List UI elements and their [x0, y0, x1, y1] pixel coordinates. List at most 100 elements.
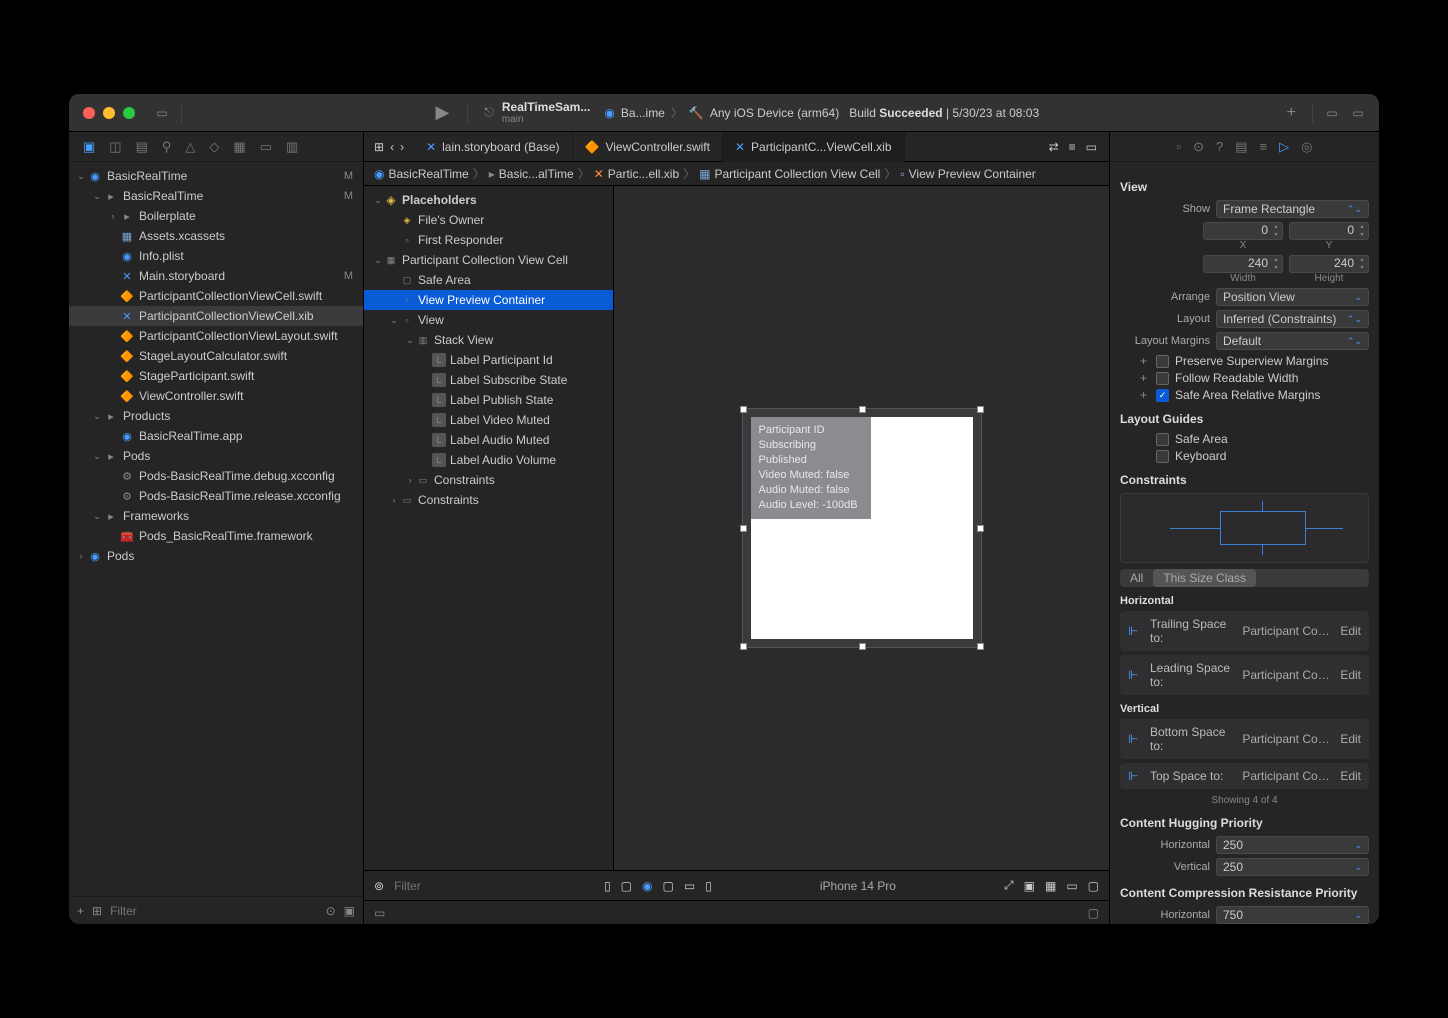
- checkbox-row[interactable]: Safe Area: [1140, 432, 1369, 446]
- tree-item[interactable]: ▦Assets.xcassets: [69, 226, 363, 246]
- constraint-diagram[interactable]: [1120, 493, 1369, 563]
- file-inspector-icon[interactable]: ▫: [1177, 139, 1182, 154]
- constraint-row[interactable]: ⊩Top Space to:Participant Colle...Edit: [1120, 763, 1369, 789]
- resize-handle[interactable]: [977, 406, 984, 413]
- resize-handle[interactable]: [859, 406, 866, 413]
- outline-header[interactable]: ⌄◈Placeholders: [364, 190, 613, 210]
- size-inspector-icon[interactable]: ▷: [1279, 139, 1289, 155]
- tree-item[interactable]: ›◉Pods: [69, 546, 363, 566]
- scheme-target[interactable]: ◉Ba...ime 〉 🔨Any iOS Device (arm64): [604, 104, 839, 121]
- margins-selector[interactable]: Default⌃⌄: [1216, 332, 1369, 350]
- hug-v-field[interactable]: 250⌄: [1216, 858, 1369, 876]
- inspector-toggle-icon[interactable]: ▭: [1345, 100, 1371, 126]
- tree-item[interactable]: ›▸Boilerplate: [69, 206, 363, 226]
- tree-item[interactable]: ⚙Pods-BasicRealTime.debug.xcconfig: [69, 466, 363, 486]
- breakpoint-icon[interactable]: ▭: [260, 139, 272, 155]
- tree-root[interactable]: ⌄◉ BasicRealTime M: [69, 166, 363, 186]
- editor-tab[interactable]: ✕ParticipantC...ViewCell.xib: [723, 132, 905, 162]
- checkbox-row[interactable]: +Preserve Superview Margins: [1140, 354, 1369, 368]
- bounds-icon[interactable]: ◉: [642, 879, 652, 893]
- tree-item[interactable]: 🧰Pods_BasicRealTime.framework: [69, 526, 363, 546]
- tree-item[interactable]: 🔶StageParticipant.swift: [69, 366, 363, 386]
- outline-item[interactable]: ▫View Preview Container: [364, 290, 613, 310]
- canvas-cell[interactable]: Participant IDSubscribingPublishedVideo …: [742, 408, 982, 648]
- outline-item[interactable]: ◈File's Owner: [364, 210, 613, 230]
- show-selector[interactable]: Frame Rectangle⌃⌄: [1216, 200, 1369, 218]
- adjust-icon[interactable]: ▢: [621, 879, 632, 893]
- hug-h-field[interactable]: 250⌄: [1216, 836, 1369, 854]
- clock-icon[interactable]: ⊙: [326, 904, 336, 918]
- editor-tab[interactable]: ✕lain.storyboard (Base): [414, 132, 572, 162]
- constraint-row[interactable]: ⊩Bottom Space to:Participant Colle...Edi…: [1120, 719, 1369, 759]
- history-inspector-icon[interactable]: ⊙: [1193, 139, 1204, 155]
- identity-inspector-icon[interactable]: ▤: [1235, 139, 1247, 155]
- minimap-icon[interactable]: ▢: [1088, 879, 1099, 893]
- tree-item[interactable]: 🔶ViewController.swift: [69, 386, 363, 406]
- symbol-navigator-icon[interactable]: ▤: [136, 139, 148, 155]
- canvas-filter[interactable]: [394, 879, 594, 893]
- zoom-in-icon[interactable]: ▦: [1045, 879, 1056, 893]
- project-navigator-icon[interactable]: ▣: [83, 139, 95, 155]
- zoom-icon[interactable]: [123, 107, 135, 119]
- outline-item[interactable]: LLabel Video Muted: [364, 410, 613, 430]
- device-icon[interactable]: ▯: [705, 879, 712, 893]
- sidebar-toggle-icon[interactable]: ▭: [149, 100, 175, 126]
- tree-item[interactable]: ✕ParticipantCollectionViewCell.xib: [69, 306, 363, 326]
- navigator-filter[interactable]: [110, 904, 318, 918]
- orient-icon[interactable]: ▭: [684, 879, 695, 893]
- outline-item[interactable]: LLabel Participant Id: [364, 350, 613, 370]
- tree-item[interactable]: ⚙Pods-BasicRealTime.release.xcconfig: [69, 486, 363, 506]
- device-selector[interactable]: iPhone 14 Pro: [820, 879, 896, 893]
- outline-item[interactable]: LLabel Publish State: [364, 390, 613, 410]
- size-class-segmented[interactable]: AllThis Size Class: [1120, 569, 1369, 587]
- x-field[interactable]: 0▴▾: [1203, 222, 1283, 240]
- outline-item[interactable]: ▫First Responder: [364, 230, 613, 250]
- help-inspector-icon[interactable]: ?: [1216, 139, 1223, 154]
- breadcrumb[interactable]: ◉BasicRealTime〉▸Basic...alTime〉✕Partic..…: [364, 162, 1109, 186]
- forward-icon[interactable]: ›: [400, 140, 404, 154]
- tree-item[interactable]: ⌄▸Pods: [69, 446, 363, 466]
- outline-item[interactable]: ⌄▥Stack View: [364, 330, 613, 350]
- tree-item[interactable]: ⌄▸Frameworks: [69, 506, 363, 526]
- constraint-row[interactable]: ⊩Trailing Space to:Participant Colle...E…: [1120, 611, 1369, 651]
- debug-console-icon[interactable]: ▭: [374, 906, 385, 920]
- adjust-icon[interactable]: ≡: [1069, 140, 1076, 154]
- library-icon[interactable]: ▭: [1319, 100, 1345, 126]
- debug-icon[interactable]: ▦: [233, 139, 245, 155]
- layout-selector[interactable]: Inferred (Constraints)⌃⌄: [1216, 310, 1369, 328]
- embed-icon[interactable]: ▭: [1066, 879, 1077, 893]
- scm-icon[interactable]: ▣: [344, 904, 355, 918]
- outline-toggle-icon[interactable]: ▯: [604, 879, 611, 893]
- y-field[interactable]: 0▴▾: [1289, 222, 1369, 240]
- report-icon[interactable]: ▥: [286, 139, 298, 155]
- tree-item[interactable]: 🔶ParticipantCollectionViewCell.swift: [69, 286, 363, 306]
- checkbox-row[interactable]: +Follow Readable Width: [1140, 371, 1369, 385]
- resize-handle[interactable]: [740, 643, 747, 650]
- run-button[interactable]: ▶: [436, 102, 450, 123]
- resize-handle[interactable]: [977, 525, 984, 532]
- zoom-out-icon[interactable]: ⤢: [1004, 878, 1014, 893]
- resize-handle[interactable]: [740, 406, 747, 413]
- canvas[interactable]: Participant IDSubscribingPublishedVideo …: [614, 186, 1109, 870]
- editor-tab[interactable]: 🔶ViewController.swift: [573, 132, 723, 162]
- find-icon[interactable]: ⚲: [162, 139, 172, 155]
- tree-item[interactable]: ⌄▸BasicRealTimeM: [69, 186, 363, 206]
- outline-item[interactable]: LLabel Audio Muted: [364, 430, 613, 450]
- minimize-icon[interactable]: [103, 107, 115, 119]
- tree-item[interactable]: 🔶ParticipantCollectionViewLayout.swift: [69, 326, 363, 346]
- resize-handle[interactable]: [859, 643, 866, 650]
- issue-icon[interactable]: △: [185, 139, 195, 155]
- filter-icon[interactable]: ⊞: [92, 904, 102, 918]
- add-button[interactable]: +: [1287, 104, 1296, 122]
- checkbox-row[interactable]: +✓Safe Area Relative Margins: [1140, 388, 1369, 402]
- filter-icon[interactable]: ⊚: [374, 879, 384, 893]
- trait-icon[interactable]: ▢: [663, 879, 674, 893]
- comp-h-field[interactable]: 750⌄: [1216, 906, 1369, 924]
- back-icon[interactable]: ‹: [390, 140, 394, 154]
- outline-item[interactable]: ›▭Constraints: [364, 470, 613, 490]
- resize-handle[interactable]: [977, 643, 984, 650]
- constraint-row[interactable]: ⊩Leading Space to:Participant Colle...Ed…: [1120, 655, 1369, 695]
- view-preview-container[interactable]: Participant IDSubscribingPublishedVideo …: [751, 417, 973, 639]
- outline-item[interactable]: ⌄▦Participant Collection View Cell: [364, 250, 613, 270]
- outline-item[interactable]: ›▭Constraints: [364, 490, 613, 510]
